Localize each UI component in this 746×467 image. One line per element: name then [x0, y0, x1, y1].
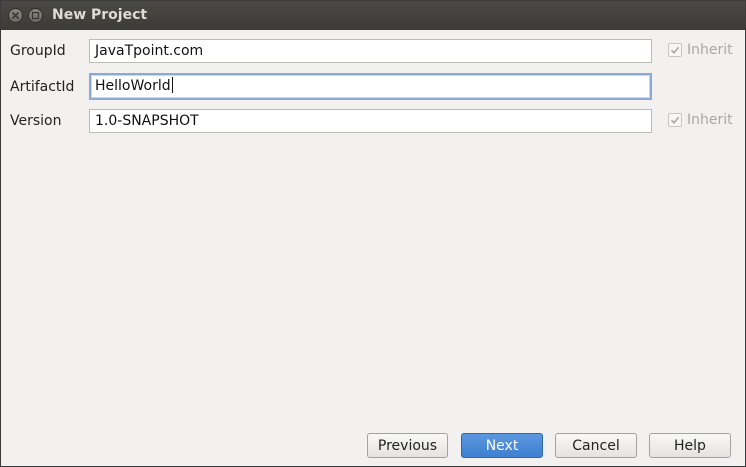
- help-button[interactable]: Help: [649, 433, 731, 458]
- version-input[interactable]: 1.0-SNAPSHOT: [89, 109, 652, 133]
- new-project-dialog: New Project GroupId JavaTpoint.com Inher…: [0, 0, 746, 467]
- close-icon: [11, 11, 20, 20]
- version-inherit-label: Inherit: [687, 112, 733, 128]
- title-bar: New Project: [1, 1, 745, 30]
- maximize-icon: [31, 11, 40, 20]
- version-label: Version: [10, 113, 62, 129]
- close-window-button[interactable]: [8, 8, 23, 23]
- group-id-inherit-checkbox[interactable]: Inherit: [668, 42, 733, 58]
- version-row: Version 1.0-SNAPSHOT Inherit: [1, 109, 745, 135]
- previous-button[interactable]: Previous: [367, 433, 448, 458]
- checkmark-icon: [670, 116, 680, 125]
- artifact-id-label: ArtifactId: [10, 79, 75, 95]
- cancel-button[interactable]: Cancel: [555, 433, 637, 458]
- artifact-id-input[interactable]: HelloWorld: [89, 73, 652, 100]
- group-id-row: GroupId JavaTpoint.com Inherit: [1, 39, 745, 65]
- artifact-id-row: ArtifactId HelloWorld: [1, 73, 745, 100]
- text-caret: [171, 77, 173, 93]
- artifact-id-value: HelloWorld: [95, 78, 171, 94]
- group-id-label: GroupId: [10, 43, 66, 59]
- group-id-inherit-label: Inherit: [687, 42, 733, 58]
- group-id-input[interactable]: JavaTpoint.com: [89, 39, 652, 63]
- window-title: New Project: [52, 7, 148, 23]
- version-inherit-checkbox[interactable]: Inherit: [668, 112, 733, 128]
- checkmark-icon: [670, 46, 680, 55]
- checkbox-box: [668, 43, 682, 57]
- maximize-window-button[interactable]: [28, 8, 43, 23]
- next-button[interactable]: Next: [461, 433, 543, 458]
- checkbox-box: [668, 113, 682, 127]
